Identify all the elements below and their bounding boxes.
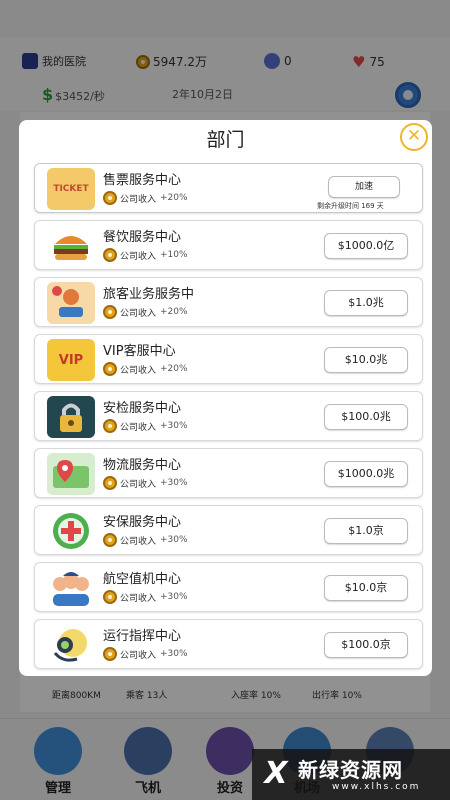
income-label: 公司收入 xyxy=(120,593,157,604)
coin-icon xyxy=(103,362,117,376)
department-name: 航空值机中心 xyxy=(103,572,182,587)
income-bonus: +20% xyxy=(160,307,188,317)
income-label: 公司收入 xyxy=(120,365,157,376)
income-label: 公司收入 xyxy=(120,536,157,547)
coin-icon xyxy=(103,647,117,661)
burger-icon xyxy=(47,225,95,267)
department-income: 公司收入 +30% xyxy=(103,647,188,661)
income-bonus: +30% xyxy=(160,421,188,431)
buy-price-button[interactable]: $1.0兆 xyxy=(324,290,408,316)
crew-icon xyxy=(47,567,95,609)
department-income: 公司收入 +30% xyxy=(103,533,188,547)
buy-price-button[interactable]: $100.0京 xyxy=(324,632,408,658)
watermark: Ⅹ 新绿资源网 www.xlhs.com xyxy=(252,749,450,800)
department-income: 公司收入 +30% xyxy=(103,476,188,490)
department-security-check: 安检服务中心 公司收入 +30% $100.0兆 xyxy=(34,391,423,441)
income-label: 公司收入 xyxy=(120,308,157,319)
income-bonus: +10% xyxy=(160,250,188,260)
department-name: 售票服务中心 xyxy=(103,173,182,188)
department-check-in: 航空值机中心 公司收入 +30% $10.0京 xyxy=(34,562,423,612)
modal-title: 部门 xyxy=(206,129,245,151)
buy-price-button[interactable]: $1000.0亿 xyxy=(324,233,408,259)
department-operations-command: 运行指挥中心 公司收入 +30% $100.0京 xyxy=(34,619,423,669)
department-logistics: 物流服务中心 公司收入 +30% $1000.0兆 xyxy=(34,448,423,498)
buy-price-button[interactable]: $100.0兆 xyxy=(324,404,408,430)
watermark-logo: Ⅹ xyxy=(264,756,288,791)
department-ticketing: TICKET 售票服务中心 公司收入 +20% 加速 剩余升级时间 169 天 xyxy=(34,163,423,213)
department-name: 安检服务中心 xyxy=(103,401,182,416)
income-label: 公司收入 xyxy=(120,251,157,262)
income-label: 公司收入 xyxy=(120,650,157,661)
income-bonus: +30% xyxy=(160,478,188,488)
department-income: 公司收入 +20% xyxy=(103,191,188,205)
department-modal: 部门 ✕ TICKET 售票服务中心 公司收入 +20% 加速 剩余升级时间 1… xyxy=(19,120,432,676)
speed-up-button[interactable]: 加速 xyxy=(328,176,400,198)
income-bonus: +20% xyxy=(160,193,188,203)
medical-cross-icon xyxy=(47,510,95,552)
buy-price-button[interactable]: $1000.0兆 xyxy=(324,461,408,487)
coin-icon xyxy=(103,476,117,490)
income-bonus: +30% xyxy=(160,649,188,659)
coin-icon xyxy=(103,419,117,433)
coin-icon xyxy=(103,305,117,319)
headset-icon xyxy=(47,624,95,666)
close-icon[interactable]: ✕ xyxy=(400,123,428,151)
income-label: 公司收入 xyxy=(120,422,157,433)
department-income: 公司收入 +30% xyxy=(103,590,188,604)
buy-price-button[interactable]: $1.0京 xyxy=(324,518,408,544)
department-income: 公司收入 +10% xyxy=(103,248,188,262)
department-vip: VIP VIP客服中心 公司收入 +20% $10.0兆 xyxy=(34,334,423,384)
coin-icon xyxy=(103,533,117,547)
department-name: 安保服务中心 xyxy=(103,515,182,530)
service-desk-icon xyxy=(47,282,95,324)
department-passenger-service: 旅客业务服务中 公司收入 +20% $1.0兆 xyxy=(34,277,423,327)
department-name: 运行指挥中心 xyxy=(103,629,182,644)
income-bonus: +20% xyxy=(160,364,188,374)
department-name: 物流服务中心 xyxy=(103,458,182,473)
ticket-icon: TICKET xyxy=(47,168,95,210)
department-catering: 餐饮服务中心 公司收入 +10% $1000.0亿 xyxy=(34,220,423,270)
department-income: 公司收入 +30% xyxy=(103,419,188,433)
income-label: 公司收入 xyxy=(120,194,157,205)
watermark-url: www.xlhs.com xyxy=(332,782,421,792)
vip-crown-icon: VIP xyxy=(47,339,95,381)
map-pin-icon xyxy=(47,453,95,495)
coin-icon xyxy=(103,590,117,604)
lock-icon xyxy=(47,396,95,438)
watermark-title: 新绿资源网 xyxy=(298,758,403,782)
income-bonus: +30% xyxy=(160,535,188,545)
income-bonus: +30% xyxy=(160,592,188,602)
department-name: 旅客业务服务中 xyxy=(103,287,195,302)
department-income: 公司收入 +20% xyxy=(103,305,188,319)
department-name: VIP客服中心 xyxy=(103,344,176,359)
buy-price-button[interactable]: $10.0兆 xyxy=(324,347,408,373)
department-name: 餐饮服务中心 xyxy=(103,230,182,245)
remaining-upgrade-time: 剩余升级时间 169 天 xyxy=(317,202,384,210)
coin-icon xyxy=(103,191,117,205)
coin-icon xyxy=(103,248,117,262)
department-security-guard: 安保服务中心 公司收入 +30% $1.0京 xyxy=(34,505,423,555)
buy-price-button[interactable]: $10.0京 xyxy=(324,575,408,601)
department-income: 公司收入 +20% xyxy=(103,362,188,376)
income-label: 公司收入 xyxy=(120,479,157,490)
